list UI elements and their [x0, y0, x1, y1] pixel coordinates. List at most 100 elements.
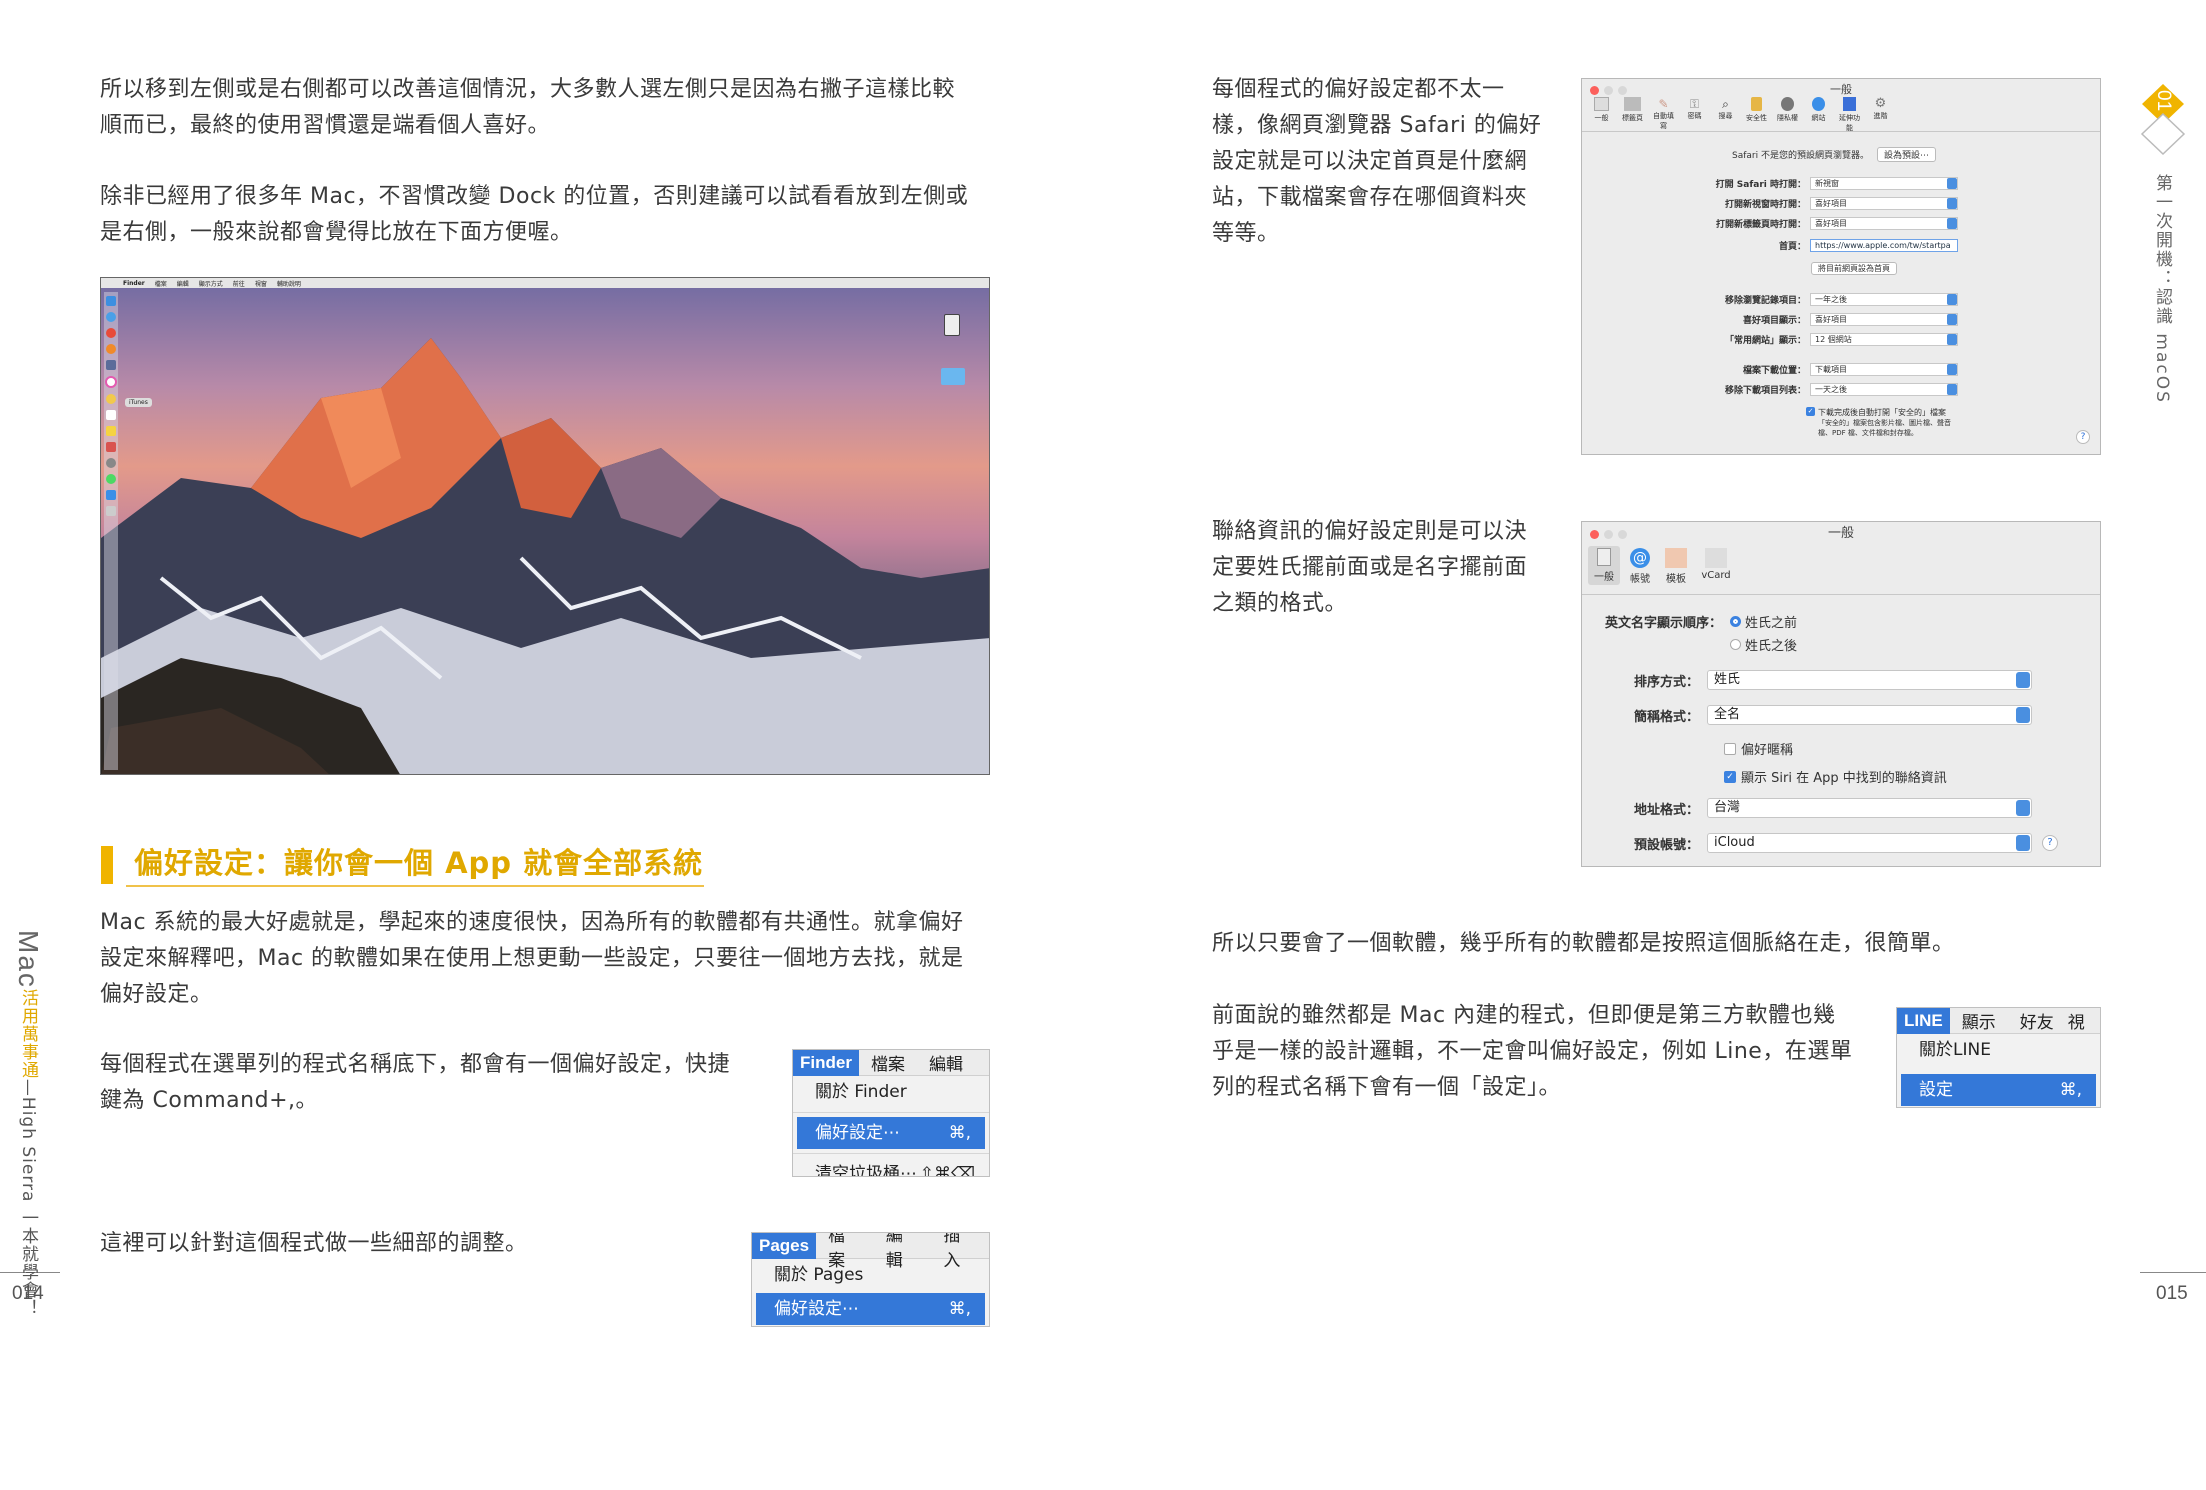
close-button[interactable]	[1590, 530, 1599, 539]
finder-menu-file[interactable]: 檔案	[859, 1050, 917, 1075]
finder-app-menu[interactable]: Finder	[793, 1050, 859, 1076]
dock-messages-icon[interactable]	[106, 474, 116, 484]
close-button[interactable]	[1590, 86, 1599, 95]
right-footer-rule	[2140, 1272, 2206, 1273]
top-sites-select[interactable]: 12 個網站	[1810, 333, 1958, 346]
dock-firefox-icon[interactable]	[106, 344, 116, 354]
dock-mail-icon[interactable]	[106, 490, 116, 500]
line-menu-view[interactable]: 顯示	[1950, 1008, 2008, 1033]
dock-star-icon[interactable]	[106, 426, 116, 436]
short-name-row: 簡稱格式： 全名	[1582, 705, 2032, 725]
dock-safari-icon[interactable]	[106, 312, 116, 322]
shortcut-label: ⌘,	[2059, 1080, 2082, 1100]
line-menu-window[interactable]: 視	[2066, 1008, 2087, 1033]
tab-tabs[interactable]: 標籤頁	[1619, 97, 1646, 133]
remove-history-select[interactable]: 一年之後	[1810, 293, 1958, 306]
safari-preferences-screenshot: 一般 一般 標籤頁 ✎ 自動填寫 ⚿ 密碼 ⌕ 搜尋 安全性 隱私權 網站 延伸功能 …	[1581, 78, 2101, 455]
line-menu-friends[interactable]: 好友	[2008, 1008, 2066, 1033]
vcard-icon	[1705, 548, 1727, 568]
pages-menu-screenshot: Pages 檔案 編輯 插入 關於 Pages 偏好設定⋯ ⌘,	[751, 1232, 990, 1327]
shortcut-label: ⌘,	[948, 1123, 971, 1143]
right-para-2: 聯絡資訊的偏好設定則是可以決 定要姓氏擺前面或是名字擺前面 之類的格式。	[1212, 519, 1528, 616]
remove-downloads-select[interactable]: 一天之後	[1810, 383, 1958, 396]
menu-item-about-pages[interactable]: 關於 Pages	[752, 1259, 989, 1291]
right-para-3: 所以只要會了一個軟體，幾乎所有的軟體都是按照這個脈絡在走，很簡單。	[1212, 931, 1955, 956]
menu-item-empty-trash[interactable]: 清空垃圾桶⋯ ⇧⌘⌫	[793, 1158, 989, 1177]
name-order-row: 英文名字顯示順序： 姓氏之前 姓氏之後	[1582, 612, 1797, 654]
dock-app-icon[interactable]	[106, 442, 116, 452]
short-name-select[interactable]: 全名	[1707, 705, 2032, 725]
menu-item-preferences[interactable]: 偏好設定⋯ ⌘,	[756, 1293, 985, 1325]
safari-prefs-divider	[1582, 131, 2100, 132]
dock-photos-icon[interactable]	[106, 360, 116, 370]
left-para-5: 這裡可以針對這個程式做一些細部的調整。	[100, 1231, 528, 1256]
tab-passwords[interactable]: ⚿ 密碼	[1681, 97, 1708, 133]
desktop-folder-icon[interactable]	[941, 368, 965, 385]
menu-item-about-finder[interactable]: 關於 Finder	[793, 1076, 989, 1108]
address-format-select[interactable]: 台灣	[1707, 798, 2032, 818]
tab-search[interactable]: ⌕ 搜尋	[1712, 97, 1739, 133]
pages-app-menu[interactable]: Pages	[752, 1233, 817, 1259]
tab-security[interactable]: 安全性	[1743, 97, 1770, 133]
pref-row-remove-downloads: 移除下載項目列表： 一天之後	[1582, 383, 1958, 396]
default-account-select[interactable]: iCloud	[1707, 833, 2032, 853]
shortcut-label: ⇧⌘⌫	[919, 1164, 975, 1177]
sort-by-row: 排序方式： 姓氏	[1582, 670, 2032, 690]
tab-template[interactable]: 模板	[1660, 546, 1692, 585]
tab-accounts[interactable]: @ 帳號	[1624, 546, 1656, 585]
download-location-select[interactable]: 下載項目	[1810, 363, 1958, 376]
dock-settings-icon[interactable]	[106, 458, 116, 468]
globe-icon	[1812, 97, 1825, 111]
pref-row-homepage: 首頁： https://www.apple.com/tw/startpa	[1582, 239, 1958, 252]
left-running-title: Mac活用萬事通—High Sierra 一本就學會！	[13, 930, 44, 1317]
tabs-icon	[1624, 97, 1641, 111]
homepage-field[interactable]: https://www.apple.com/tw/startpa	[1810, 239, 1958, 252]
pref-row-safari-opens: 打開 Safari 時打開： 新視窗	[1582, 177, 1958, 190]
help-button[interactable]: ?	[2076, 430, 2090, 444]
tab-general[interactable]: 一般	[1588, 97, 1615, 133]
dock-photos-app-icon[interactable]	[106, 394, 116, 404]
default-account-row: 預設帳號： iCloud ?	[1582, 833, 2058, 853]
menu-item-preferences[interactable]: 偏好設定⋯ ⌘,	[797, 1117, 985, 1149]
line-app-menu[interactable]: LINE	[1897, 1008, 1950, 1034]
finder-menubar: Finder 檔案 編輯	[793, 1050, 989, 1076]
zoom-button[interactable]	[1618, 530, 1627, 539]
zoom-button[interactable]	[1618, 86, 1627, 95]
tab-advanced[interactable]: ⚙ 進階	[1867, 97, 1894, 133]
menu-separator	[793, 1112, 989, 1113]
tab-privacy[interactable]: 隱私權	[1774, 97, 1801, 133]
new-window-select[interactable]: 喜好項目	[1810, 197, 1958, 210]
dock-notes-icon[interactable]	[106, 410, 116, 420]
address-format-row: 地址格式： 台灣	[1582, 798, 2032, 818]
tab-websites[interactable]: 網站	[1805, 97, 1832, 133]
desktop-disk-icon[interactable]	[944, 314, 960, 336]
favorites-select[interactable]: 喜好項目	[1810, 313, 1958, 326]
tab-vcard[interactable]: vCard	[1696, 546, 1736, 585]
help-button[interactable]: ?	[2042, 835, 2058, 851]
sort-by-select[interactable]: 姓氏	[1707, 670, 2032, 690]
radio-last-first[interactable]: 姓氏之前	[1730, 612, 1797, 631]
radio-first-last[interactable]: 姓氏之後	[1730, 635, 1797, 654]
checkbox-unchecked-icon	[1724, 742, 1736, 755]
gear-icon: ⚙	[1874, 96, 1887, 111]
safari-opens-select[interactable]: 新視窗	[1810, 177, 1958, 190]
new-tab-select[interactable]: 喜好項目	[1810, 217, 1958, 230]
checkbox-checked-icon: ✓	[1724, 770, 1736, 783]
finder-menu-edit[interactable]: 編輯	[917, 1050, 975, 1075]
set-current-page-button[interactable]: 將目前網頁設為首頁	[1811, 262, 1897, 275]
menu-item-settings[interactable]: 設定 ⌘,	[1901, 1074, 2096, 1106]
prefer-nickname-checkbox[interactable]: 偏好暱稱	[1724, 739, 1793, 758]
minimize-button[interactable]	[1604, 530, 1613, 539]
tab-autofill[interactable]: ✎ 自動填寫	[1650, 97, 1677, 133]
tab-extensions[interactable]: 延伸功能	[1836, 97, 1863, 133]
dock-chrome-icon[interactable]	[106, 328, 116, 338]
menu-item-about-line[interactable]: 關於LINE	[1897, 1034, 2100, 1066]
dock-finder-icon[interactable]	[106, 296, 116, 306]
tab-general[interactable]: 一般	[1588, 546, 1620, 585]
dock-itunes-icon[interactable]	[105, 376, 117, 388]
minimize-button[interactable]	[1604, 86, 1613, 95]
set-default-button[interactable]: 設為預設⋯	[1876, 147, 1936, 162]
show-siri-contacts-checkbox[interactable]: ✓ 顯示 Siri 在 App 中找到的聯絡資訊	[1724, 767, 1947, 786]
open-safe-files-checkbox[interactable]: ✓ 下載完成後自動打開「安全的」檔案 「安全的」檔案包含影片檔、圖片檔、聲音 檔…	[1806, 407, 1951, 438]
dock-trash-icon[interactable]	[106, 506, 116, 516]
